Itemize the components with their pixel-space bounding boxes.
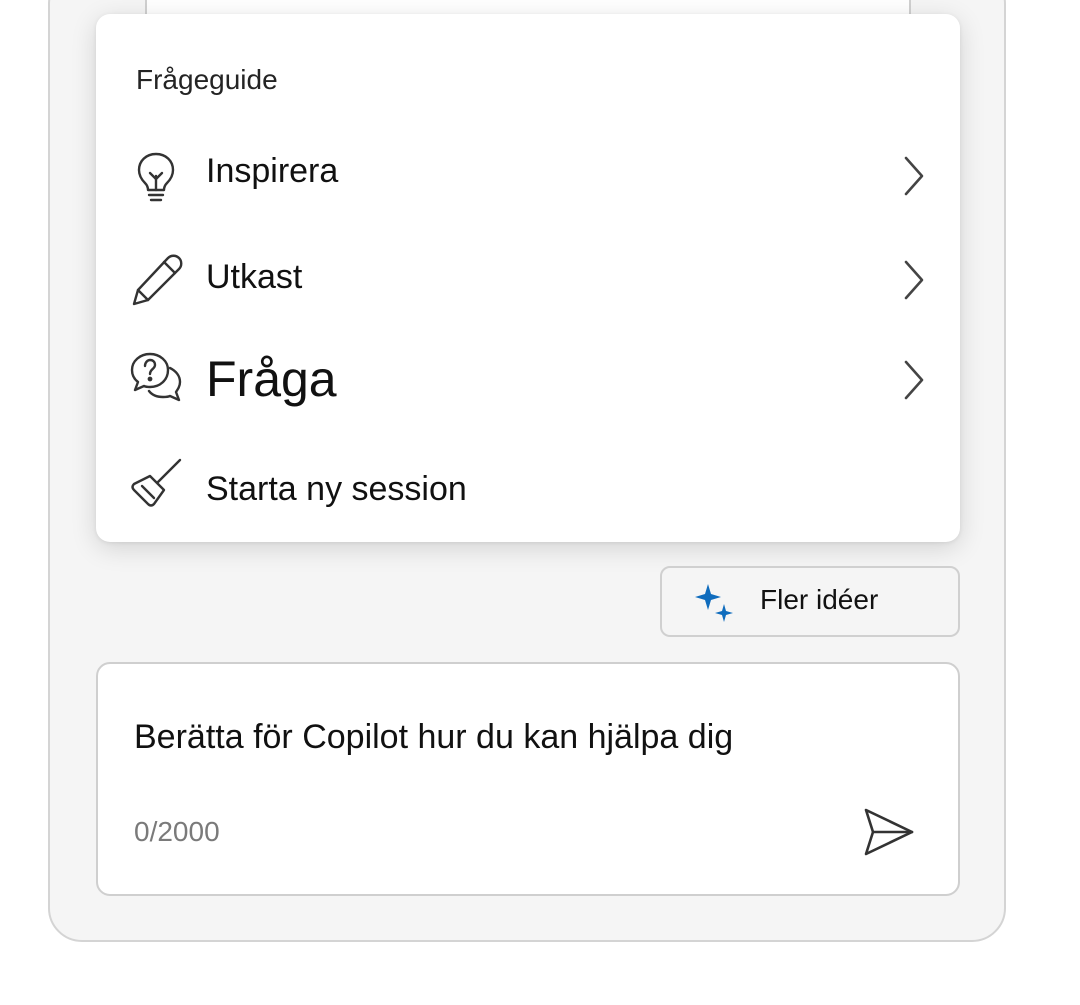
question-chat-icon bbox=[130, 352, 182, 402]
menu-title: Frågeguide bbox=[136, 64, 278, 95]
send-icon[interactable] bbox=[860, 804, 916, 860]
chevron-right-icon bbox=[904, 360, 924, 400]
menu-item-new-session[interactable]: Starta ny session bbox=[96, 446, 960, 536]
chevron-right-icon bbox=[904, 156, 924, 196]
menu-item-draft[interactable]: Utkast bbox=[96, 236, 960, 326]
prompt-input-box[interactable]: Berätta för Copilot hur du kan hjälpa di… bbox=[96, 662, 960, 896]
character-counter: 0/2000 bbox=[134, 816, 220, 847]
menu-item-ask[interactable]: Fråga bbox=[96, 336, 960, 426]
menu-item-label: Starta ny session bbox=[206, 470, 467, 508]
lightbulb-icon bbox=[137, 152, 175, 202]
more-ideas-label: Fler idéer bbox=[760, 584, 879, 615]
menu-item-label: Inspirera bbox=[206, 152, 339, 190]
prompt-input-placeholder[interactable]: Berätta för Copilot hur du kan hjälpa di… bbox=[134, 718, 733, 757]
broom-icon bbox=[131, 458, 182, 507]
sparkle-icon bbox=[695, 584, 733, 622]
menu-item-label: Utkast bbox=[206, 258, 303, 296]
menu-item-label: Fråga bbox=[206, 351, 337, 407]
more-ideas-button[interactable]: Fler idéer bbox=[660, 566, 960, 637]
prompt-guide-menu: Frågeguide Inspirera Utkast Fråga Starta… bbox=[96, 14, 960, 542]
chevron-right-icon bbox=[904, 260, 924, 300]
menu-item-inspire[interactable]: Inspirera bbox=[96, 132, 960, 222]
pencil-icon bbox=[132, 254, 183, 306]
